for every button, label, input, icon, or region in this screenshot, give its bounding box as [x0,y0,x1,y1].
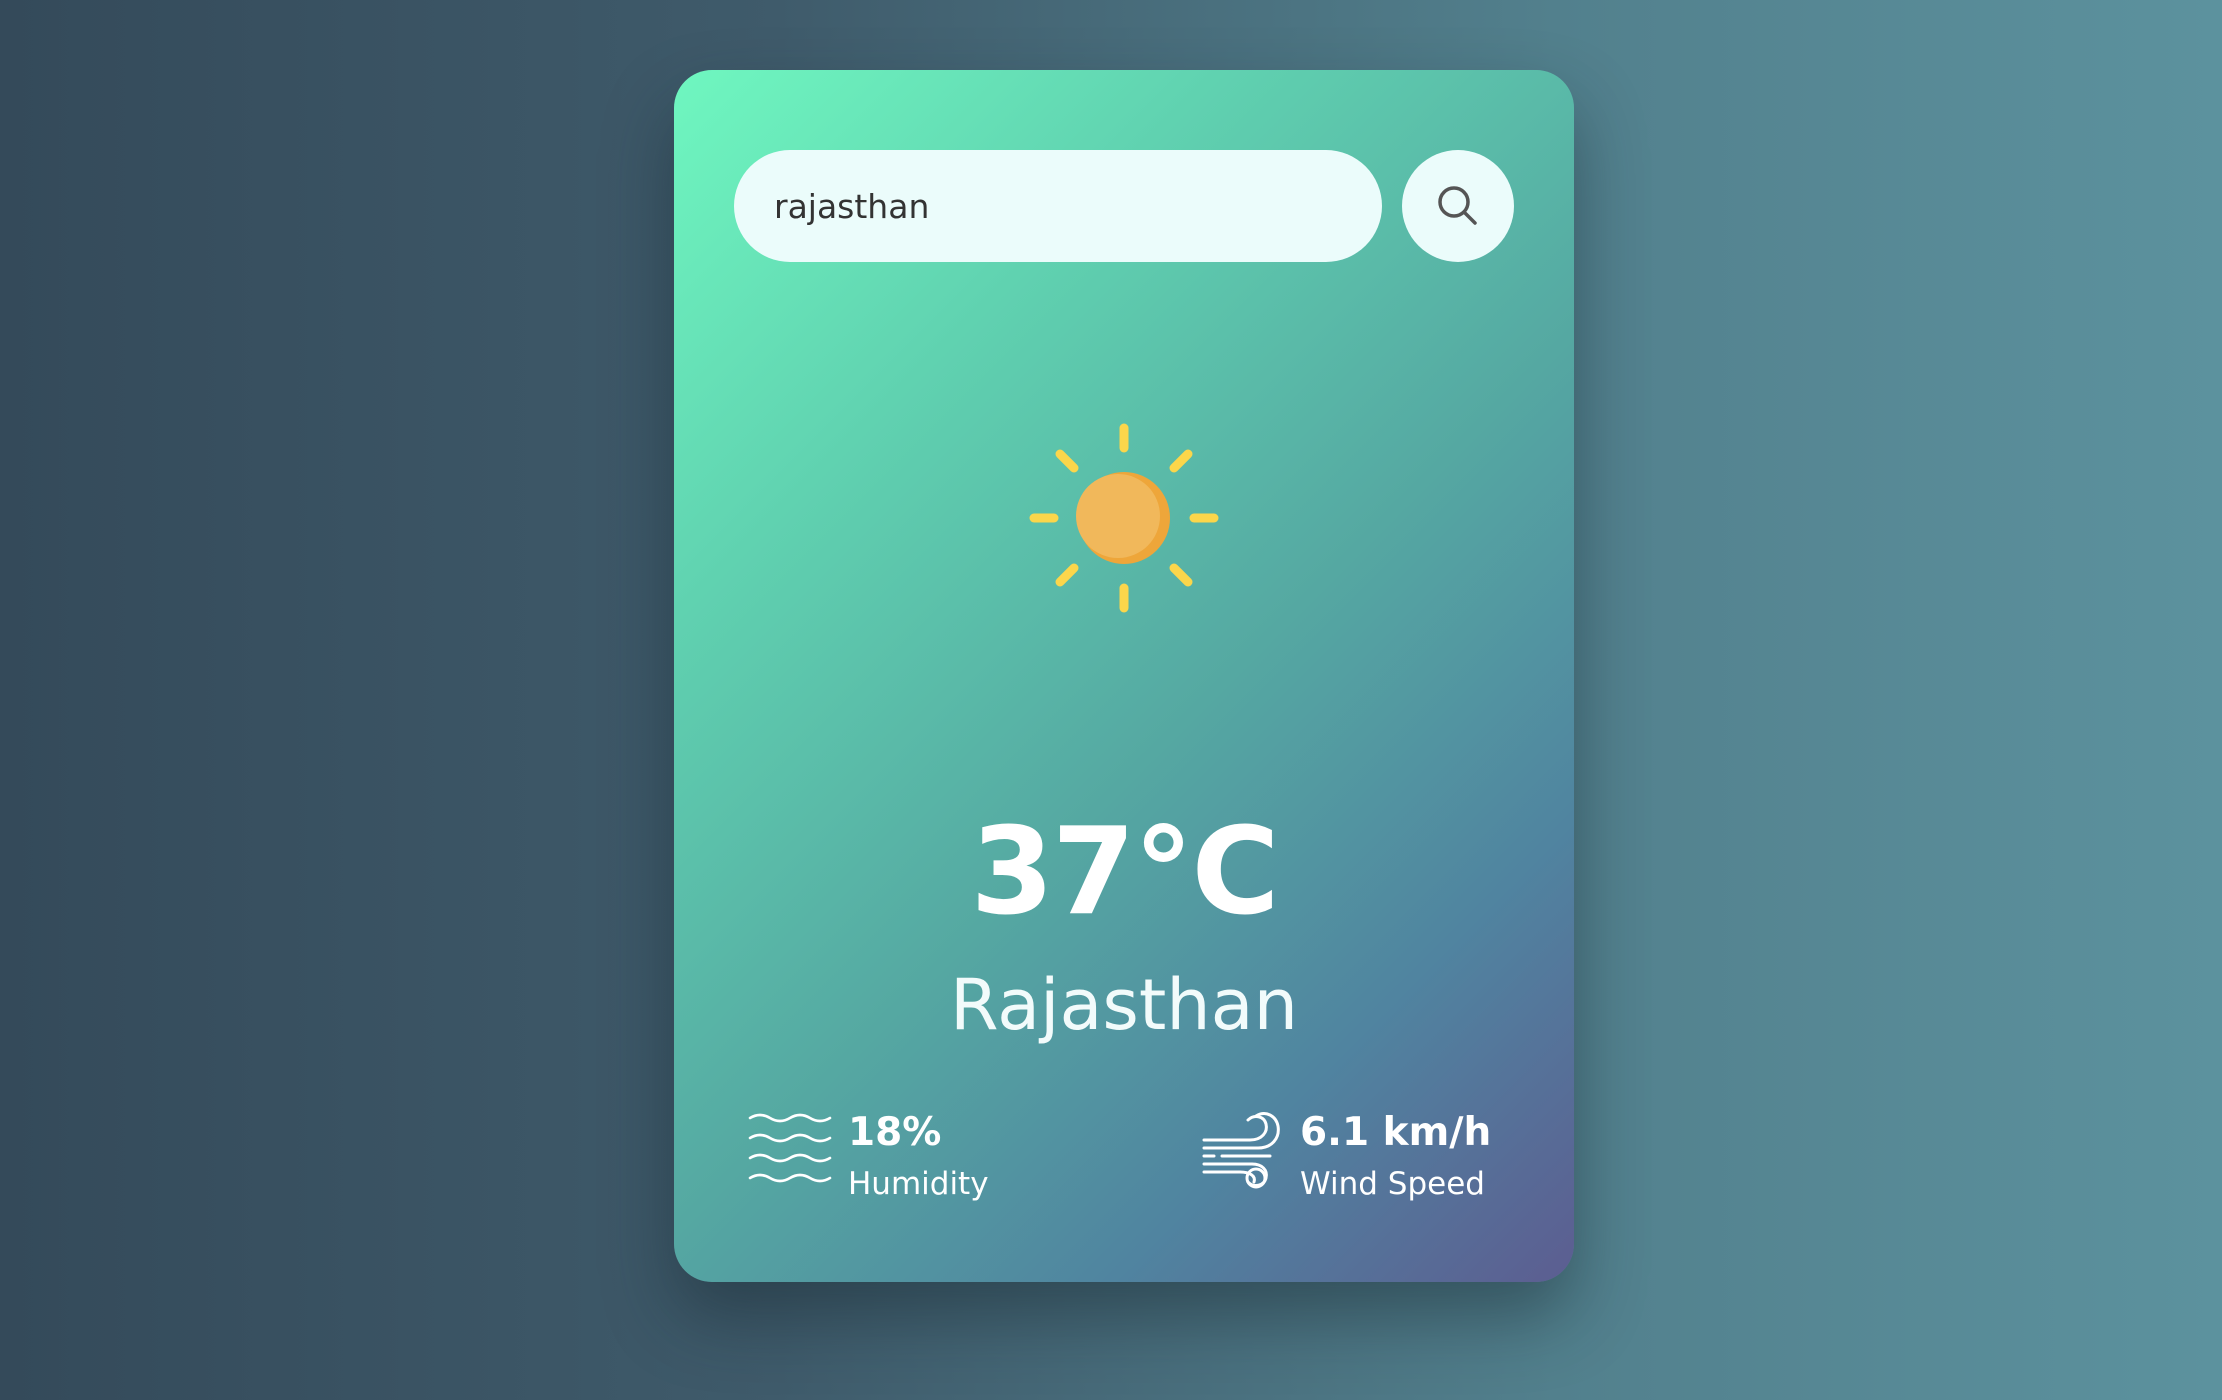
search-button[interactable] [1402,150,1514,262]
wind-speed-value: 6.1 km/h [1300,1110,1492,1155]
weather-card: 37°C Rajasthan 18% Humidity [674,70,1574,1282]
search-input[interactable] [734,150,1382,262]
humidity-waves-icon [748,1113,832,1183]
search-icon [1438,186,1477,225]
humidity-label: Humidity [848,1166,989,1202]
city-name: Rajasthan [950,964,1298,1046]
temperature: 37°C [970,803,1279,942]
wind-speed-label: Wind Speed [1300,1166,1485,1202]
wind-icon [1202,1112,1280,1189]
sun-icon [1029,423,1219,613]
humidity-value: 18% [848,1110,942,1155]
